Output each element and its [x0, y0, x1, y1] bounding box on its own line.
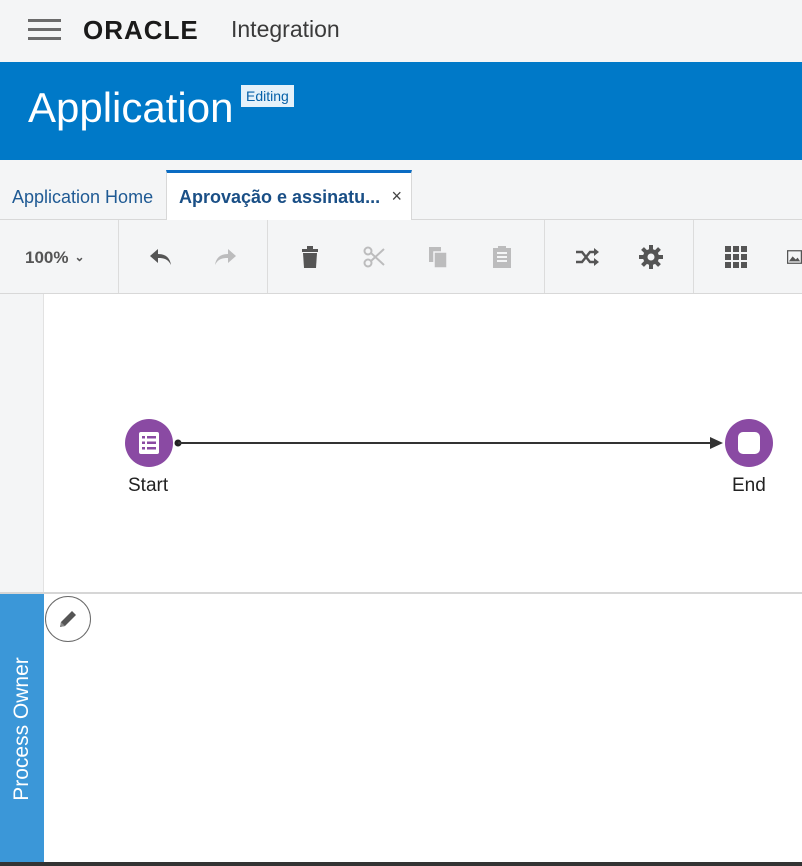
end-label: End — [732, 475, 766, 496]
start-label: Start — [128, 475, 169, 496]
hamburger-menu-icon[interactable] — [28, 19, 61, 41]
top-bar: ORACLE Integration — [0, 0, 802, 62]
product-name: Integration — [231, 16, 340, 42]
oracle-logo: ORACLE — [83, 15, 199, 45]
toolbar-separator — [544, 220, 545, 293]
canvas-left-rail — [0, 294, 44, 593]
grid-icon[interactable] — [723, 244, 749, 270]
toolbar-separator — [118, 220, 119, 293]
chevron-down-icon: ⌄ — [74, 250, 85, 264]
delete-icon[interactable] — [297, 244, 323, 270]
shuffle-icon[interactable] — [574, 244, 600, 270]
toolbar: 100% ⌄ — [0, 220, 802, 294]
swimlane-header[interactable]: Process Owner — [0, 594, 44, 863]
swimlane-label: Process Owner — [10, 656, 33, 801]
pencil-icon — [60, 611, 76, 627]
tab-bar: Application Home Aprovação e assinatu...… — [0, 160, 802, 220]
end-event-node[interactable] — [725, 419, 773, 467]
tab-label: Aprovação e assinatu... — [179, 187, 381, 207]
toolbar-separator — [693, 220, 694, 293]
close-icon[interactable]: × — [391, 186, 402, 207]
page-title: Application — [28, 84, 234, 131]
status-badge: Editing — [241, 85, 294, 107]
bottom-border — [0, 862, 802, 866]
tab-application-home[interactable]: Application Home — [12, 187, 153, 208]
application-banner: Application Editing — [0, 62, 802, 160]
cut-icon[interactable] — [361, 244, 387, 270]
zoom-value: 100% — [25, 248, 69, 267]
copy-icon[interactable] — [425, 244, 451, 270]
paste-icon[interactable] — [489, 244, 515, 270]
redo-icon[interactable] — [212, 244, 238, 270]
undo-icon[interactable] — [148, 244, 174, 270]
stop-icon — [738, 432, 760, 454]
tab-process-active[interactable]: Aprovação e assinatu... × — [166, 170, 412, 220]
swimlane-body[interactable] — [44, 594, 802, 863]
start-event-node[interactable] — [125, 419, 173, 467]
image-icon[interactable] — [787, 244, 802, 270]
gear-icon[interactable] — [638, 244, 664, 270]
zoom-dropdown[interactable]: 100% ⌄ — [25, 248, 85, 268]
edit-lane-button[interactable] — [45, 596, 91, 642]
form-icon — [139, 432, 159, 454]
toolbar-separator — [267, 220, 268, 293]
process-canvas[interactable]: Start End — [44, 294, 802, 593]
